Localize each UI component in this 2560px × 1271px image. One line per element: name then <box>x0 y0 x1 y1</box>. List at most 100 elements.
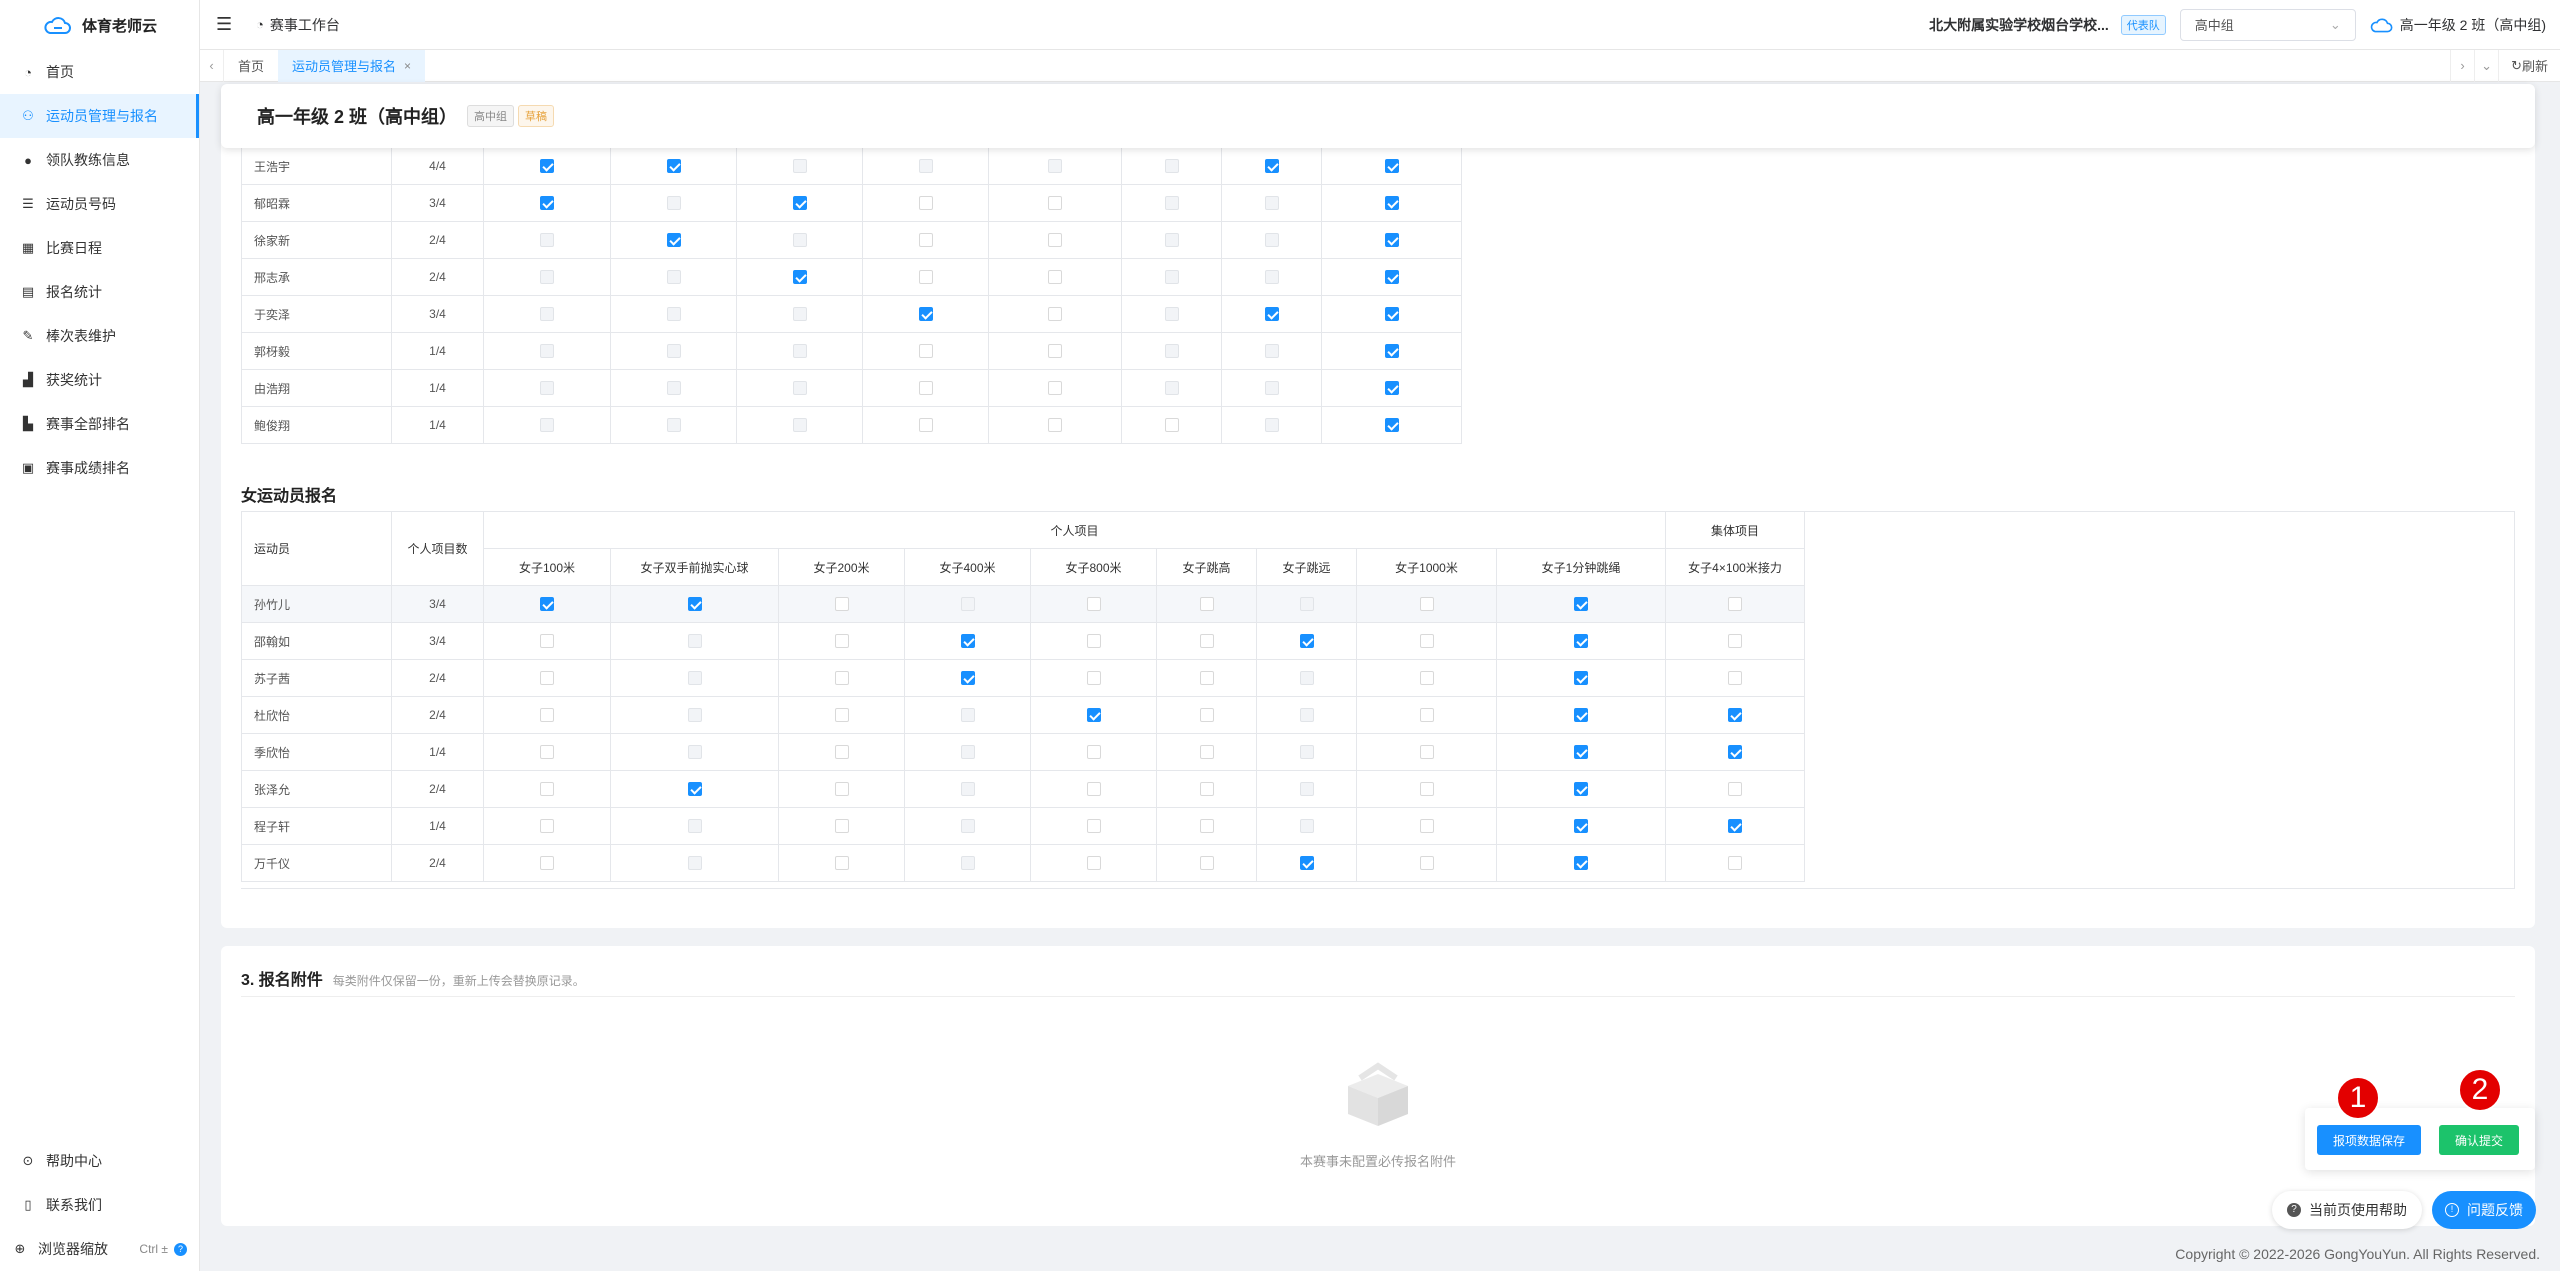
event-checkbox[interactable] <box>918 270 933 285</box>
event-checkbox[interactable] <box>666 159 681 174</box>
event-checkbox[interactable] <box>834 782 849 797</box>
event-checkbox[interactable] <box>1086 597 1101 612</box>
event-checkbox[interactable] <box>1728 671 1742 686</box>
event-checkbox[interactable] <box>1574 597 1588 612</box>
class-selector[interactable]: 高一年级 2 班（高中组) <box>2368 15 2546 35</box>
event-checkbox[interactable] <box>1086 671 1101 686</box>
event-checkbox[interactable] <box>540 819 554 834</box>
tab-home[interactable]: 首页 <box>224 50 278 82</box>
event-checkbox[interactable] <box>918 381 933 396</box>
sidebar-item-8[interactable]: ▙ 赛事全部排名 <box>0 402 199 446</box>
event-checkbox[interactable] <box>1384 233 1399 248</box>
event-checkbox[interactable] <box>1419 708 1434 723</box>
event-checkbox[interactable] <box>834 856 849 871</box>
page-help-button[interactable]: ? 当前页使用帮助 <box>2272 1191 2422 1229</box>
event-checkbox[interactable] <box>1086 782 1101 797</box>
event-checkbox[interactable] <box>540 856 554 871</box>
event-checkbox[interactable] <box>834 634 849 649</box>
event-checkbox[interactable] <box>1574 671 1588 686</box>
event-checkbox[interactable] <box>1199 782 1214 797</box>
event-checkbox[interactable] <box>1728 597 1742 612</box>
event-checkbox[interactable] <box>1048 344 1062 359</box>
sidebar-item-1[interactable]: ⚇ 运动员管理与报名 <box>0 94 199 138</box>
event-checkbox[interactable] <box>1728 634 1742 649</box>
event-checkbox[interactable] <box>666 233 681 248</box>
event-checkbox[interactable] <box>1419 782 1434 797</box>
event-checkbox[interactable] <box>1384 344 1399 359</box>
event-checkbox[interactable] <box>1574 708 1588 723</box>
event-checkbox[interactable] <box>1086 819 1101 834</box>
event-checkbox[interactable] <box>1419 745 1434 760</box>
event-checkbox[interactable] <box>1048 196 1062 211</box>
workbench-link[interactable]: ◔ 赛事工作台 <box>256 15 340 35</box>
event-checkbox[interactable] <box>1728 819 1742 834</box>
event-checkbox[interactable] <box>540 708 554 723</box>
event-checkbox[interactable] <box>1419 671 1434 686</box>
event-checkbox[interactable] <box>918 418 933 433</box>
event-checkbox[interactable] <box>1264 159 1279 174</box>
event-checkbox[interactable] <box>918 307 933 322</box>
sidebar-item-0[interactable]: ◔ 首页 <box>0 50 199 94</box>
event-checkbox[interactable] <box>1299 634 1314 649</box>
menu-toggle-icon[interactable]: ☰ <box>216 14 236 35</box>
event-checkbox[interactable] <box>1048 307 1062 322</box>
event-checkbox[interactable] <box>1728 782 1742 797</box>
sidebar-item-4[interactable]: ▦ 比赛日程 <box>0 226 199 270</box>
event-checkbox[interactable] <box>834 597 849 612</box>
event-checkbox[interactable] <box>1199 708 1214 723</box>
event-checkbox[interactable] <box>1574 634 1588 649</box>
event-checkbox[interactable] <box>1086 856 1101 871</box>
event-checkbox[interactable] <box>540 159 554 174</box>
event-checkbox[interactable] <box>1264 307 1279 322</box>
event-checkbox[interactable] <box>918 233 933 248</box>
sidebar-item-help[interactable]: ⊙ 帮助中心 <box>0 1139 199 1183</box>
event-checkbox[interactable] <box>1419 634 1434 649</box>
event-checkbox[interactable] <box>960 634 975 649</box>
event-checkbox[interactable] <box>1199 819 1214 834</box>
tabs-scroll-left-icon[interactable]: ‹ <box>200 49 224 82</box>
event-checkbox[interactable] <box>1384 381 1399 396</box>
event-checkbox[interactable] <box>918 344 933 359</box>
sidebar-item-9[interactable]: ▣ 赛事成绩排名 <box>0 446 199 490</box>
event-checkbox[interactable] <box>960 671 975 686</box>
event-checkbox[interactable] <box>1048 418 1062 433</box>
submit-button[interactable]: 确认提交 <box>2439 1125 2519 1155</box>
event-checkbox[interactable] <box>918 196 933 211</box>
event-checkbox[interactable] <box>1048 270 1062 285</box>
group-select[interactable]: 高中组 ⌄ <box>2179 8 2356 41</box>
event-checkbox[interactable] <box>1048 233 1062 248</box>
event-checkbox[interactable] <box>1728 856 1742 871</box>
event-checkbox[interactable] <box>834 819 849 834</box>
sidebar-item-5[interactable]: ▤ 报名统计 <box>0 270 199 314</box>
event-checkbox[interactable] <box>1728 708 1742 723</box>
event-checkbox[interactable] <box>1199 745 1214 760</box>
event-checkbox[interactable] <box>1199 634 1214 649</box>
sidebar-item-7[interactable]: ▟ 获奖统计 <box>0 358 199 402</box>
event-checkbox[interactable] <box>1384 196 1399 211</box>
sidebar-item-3[interactable]: ☰ 运动员号码 <box>0 182 199 226</box>
event-checkbox[interactable] <box>1728 745 1742 760</box>
save-button[interactable]: 报项数据保存 <box>2317 1125 2421 1155</box>
event-checkbox[interactable] <box>1048 381 1062 396</box>
sidebar-item-contact[interactable]: ▯ 联系我们 <box>0 1183 199 1227</box>
tabs-scroll-right-icon[interactable]: › <box>2450 49 2474 82</box>
event-checkbox[interactable] <box>792 196 807 211</box>
event-checkbox[interactable] <box>687 782 702 797</box>
event-checkbox[interactable] <box>1086 708 1101 723</box>
event-checkbox[interactable] <box>1086 745 1101 760</box>
event-checkbox[interactable] <box>834 708 849 723</box>
event-checkbox[interactable] <box>1299 856 1314 871</box>
sidebar-item-2[interactable]: ● 领队教练信息 <box>0 138 199 182</box>
event-checkbox[interactable] <box>540 597 554 612</box>
event-checkbox[interactable] <box>1199 597 1214 612</box>
event-checkbox[interactable] <box>1199 856 1214 871</box>
event-checkbox[interactable] <box>1384 270 1399 285</box>
event-checkbox[interactable] <box>1384 307 1399 322</box>
event-checkbox[interactable] <box>792 270 807 285</box>
event-checkbox[interactable] <box>1419 856 1434 871</box>
event-checkbox[interactable] <box>1086 634 1101 649</box>
event-checkbox[interactable] <box>1574 745 1588 760</box>
event-checkbox[interactable] <box>540 671 554 686</box>
event-checkbox[interactable] <box>1574 856 1588 871</box>
event-checkbox[interactable] <box>1419 819 1434 834</box>
